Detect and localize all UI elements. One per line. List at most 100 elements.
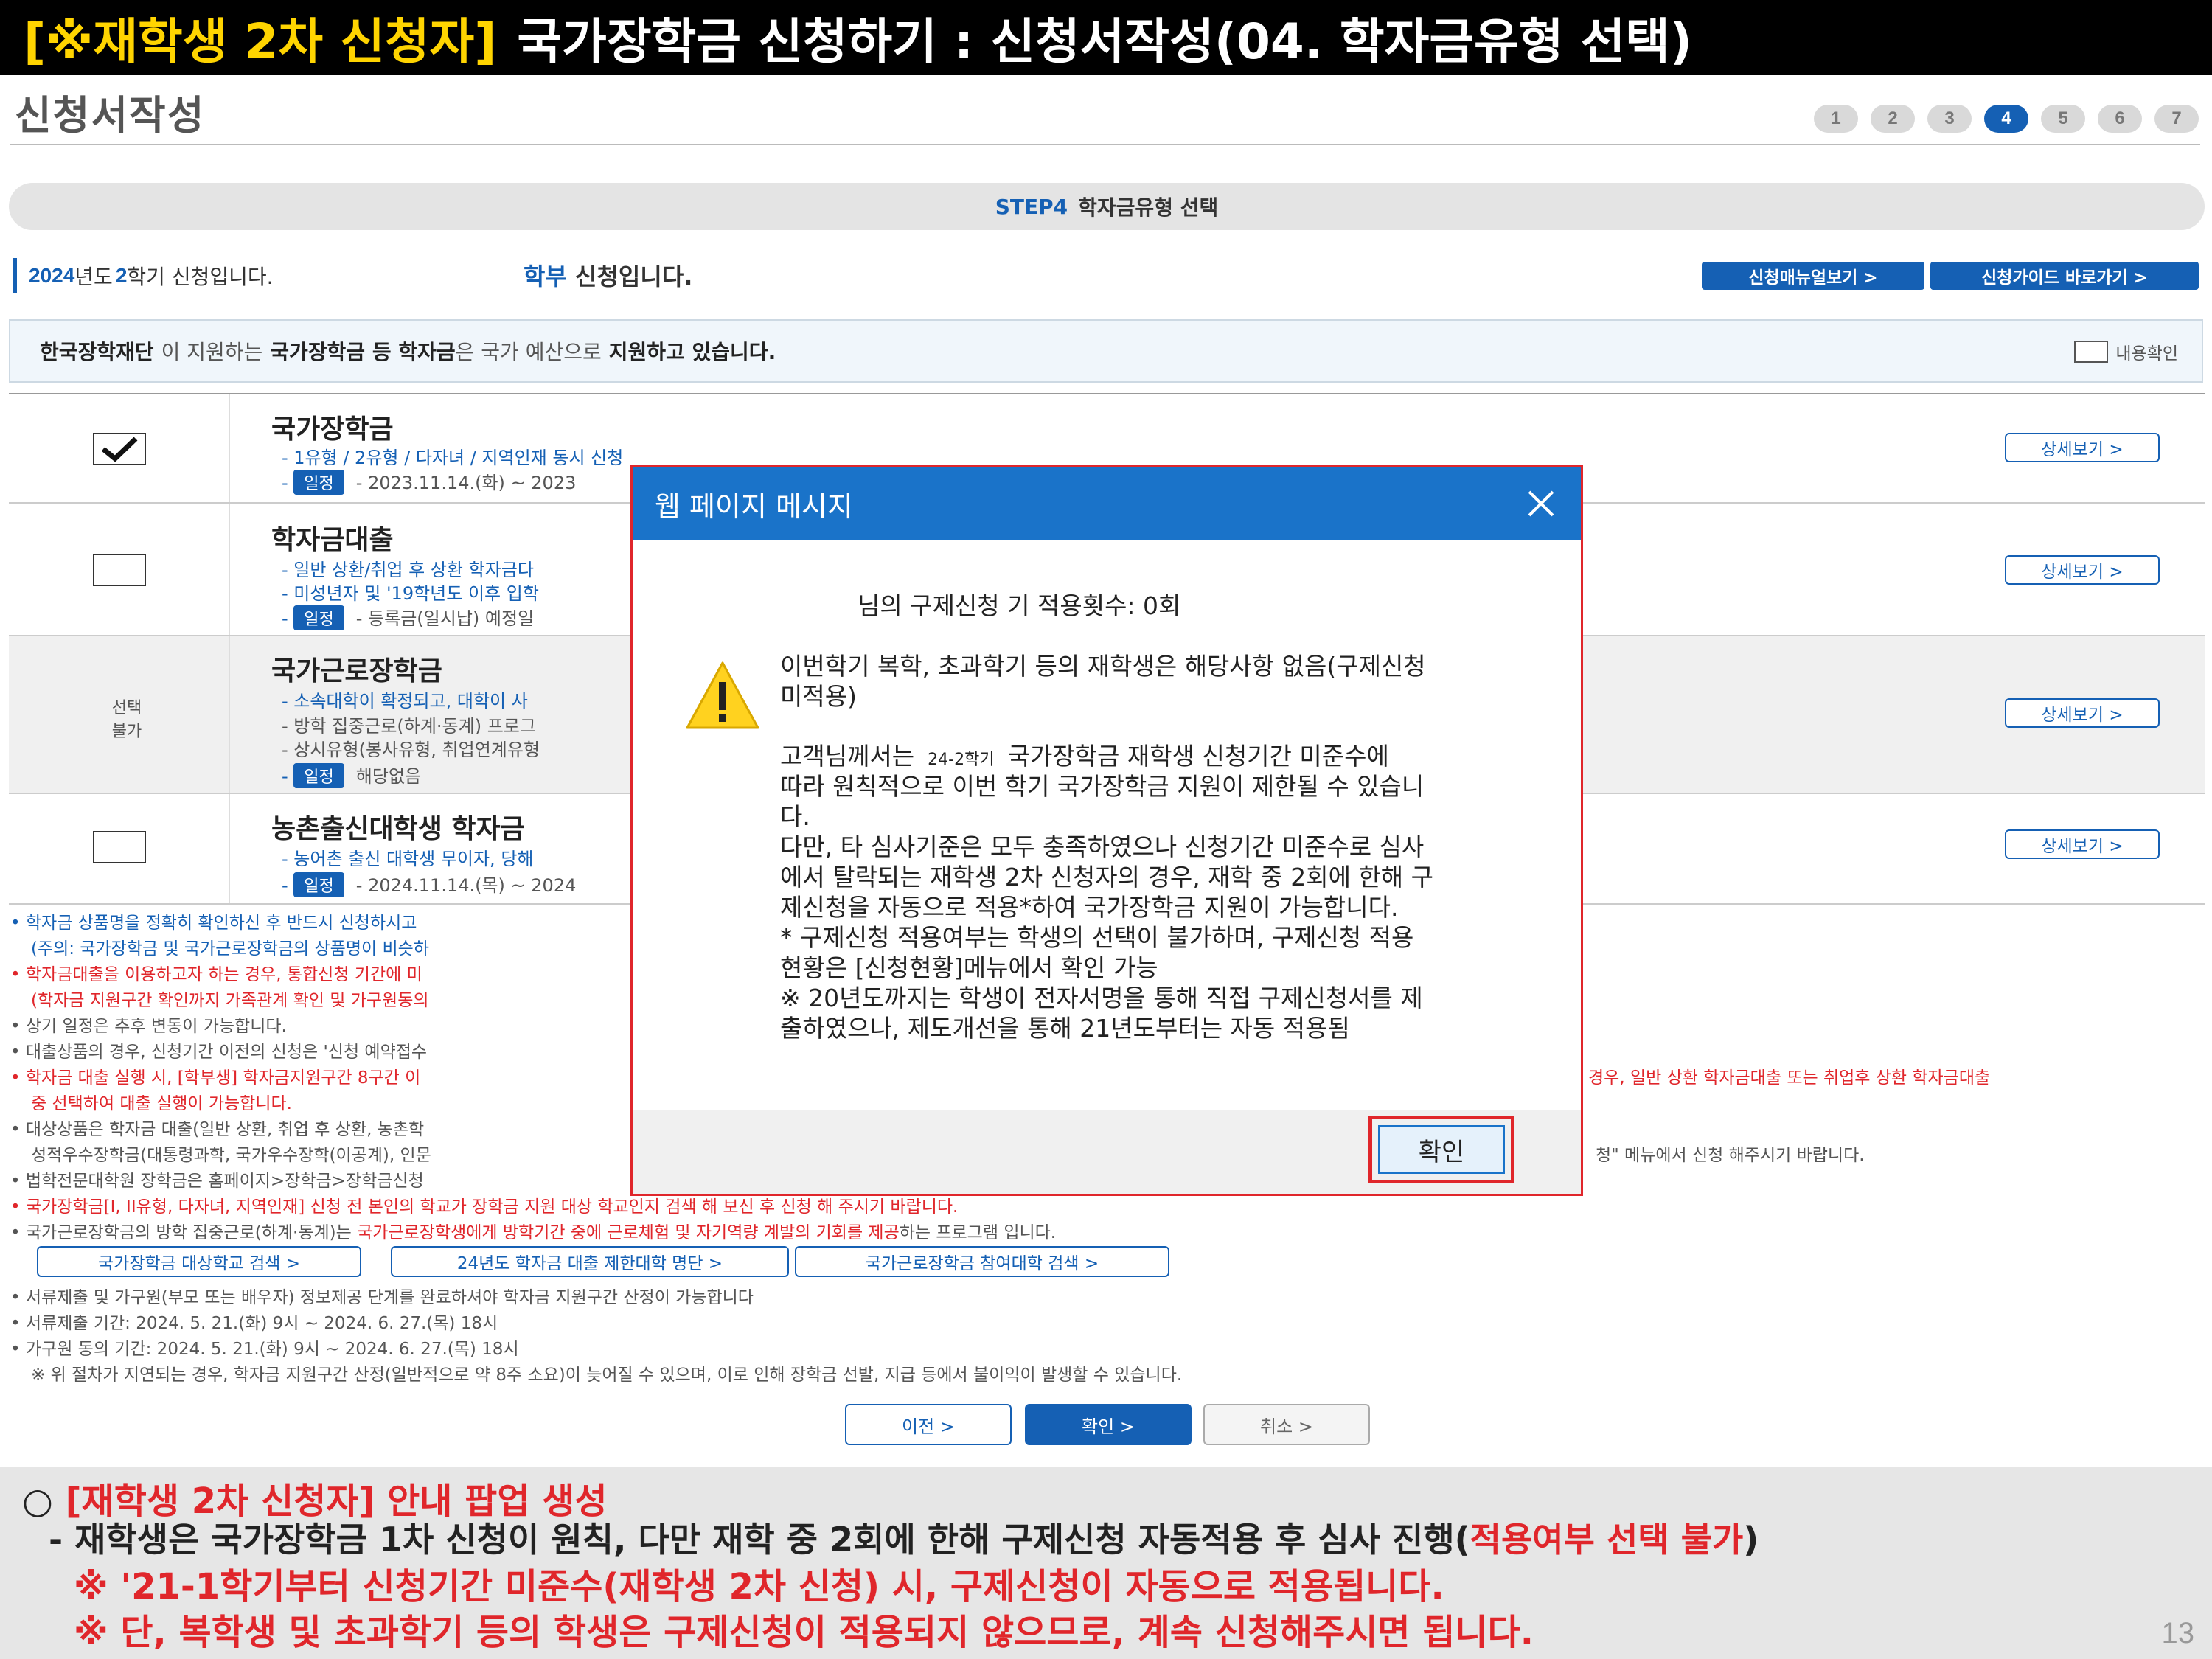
step-6: 6: [2098, 105, 2142, 133]
semester-info: 2024 년도 2 학기 신청입니다.: [13, 258, 274, 293]
note-line: • 법학전문대학원 장학금은 홈페이지>장학금>장학금신청: [10, 1172, 424, 1191]
prev-button[interactable]: 이전 >: [845, 1404, 1012, 1445]
title-divider: [10, 144, 2200, 145]
list-item-desc: - 소속대학이 확정되고, 대학이 사: [282, 691, 528, 712]
dialog-message-line: 제신청을 자동으로 적용*하여 국가장학금 지원이 가능합니다.: [780, 893, 1399, 922]
content-confirm-checkbox[interactable]: [2074, 341, 2109, 363]
detail-button[interactable]: 상세보기 >: [2005, 555, 2160, 585]
check-icon: [101, 437, 138, 462]
dialog-message-line: 출하였으나, 제도개선을 통해 21년도부터는 자동 적용됨: [780, 1014, 1350, 1043]
dialog-title: 웹 페이지 메시지: [655, 490, 853, 523]
loan-limit-list-button[interactable]: 24년도 학자금 대출 제한대학 명단 >: [391, 1246, 789, 1277]
notice-item: 국가장학금 등 학자금: [270, 340, 456, 364]
semester-suffix: 학기 신청입니다.: [127, 265, 274, 289]
apply-type-rest: 신청입니다.: [575, 262, 693, 291]
list-item-desc: - 방학 집중근로(하계·동계) 프로그: [282, 716, 536, 737]
list-item-desc: - 상시유형(봉사유형, 취업연계유형: [282, 740, 540, 760]
note-line: • 국가장학금[I, II유형, 다자녀, 지역인재] 신청 전 본인의 학교가…: [10, 1197, 959, 1217]
step-indicator: 1 2 3 4 5 6 7: [1814, 105, 2199, 133]
national-scholarship-checkbox[interactable]: [93, 433, 146, 465]
dialog-close-button[interactable]: [1520, 483, 1562, 524]
guide-panel: ○ [재학생 2차 신청자] 안내 팝업 생성 - 재학생은 국가장학금 1차 …: [0, 1467, 2212, 1659]
step-2: 2: [1871, 105, 1915, 133]
list-item-title: 국가근로장학금: [271, 656, 442, 686]
list-item-desc: - 농어촌 출신 대학생 무이자, 당해: [282, 849, 534, 869]
cancel-button[interactable]: 취소 >: [1203, 1404, 1370, 1445]
page-number: 13: [2161, 1617, 2195, 1649]
dialog-message-line: 고객님께서는 24-2학기 국가장학금 재학생 신청기간 미준수에: [780, 742, 1389, 771]
list-item-schedule: - 일정 - 등록금(일시납) 예정일: [282, 604, 534, 630]
detail-button[interactable]: 상세보기 >: [2005, 433, 2160, 462]
note-line: • 학자금대출을 이용하고자 하는 경우, 통합신청 기간에 미: [10, 965, 422, 984]
dialog-message-line: 따라 원칙적으로 이번 학기 국가장학금 지원이 제한될 수 있습니: [780, 772, 1425, 801]
dialog-message-line: 다.: [780, 802, 810, 831]
schedule-badge: 일정: [293, 763, 344, 788]
manual-button[interactable]: 신청매뉴얼보기 >: [1702, 262, 1924, 290]
list-item-title: 국가장학금: [271, 414, 394, 445]
content-confirm[interactable]: 내용확인: [2074, 339, 2178, 364]
page-title: 신청서작성: [15, 92, 206, 139]
step-5: 5: [2041, 105, 2085, 133]
dialog-ok-button[interactable]: 확인: [1378, 1125, 1505, 1174]
web-page-message-dialog: 웹 페이지 메시지 님의 구제신청 기 적용횟수: 0회 이번학기 복학, 초과…: [630, 465, 1583, 1196]
semester-year: 2024: [29, 264, 75, 287]
school-search-button[interactable]: 국가장학금 대상학교 검색 >: [37, 1246, 361, 1277]
work-school-search-button[interactable]: 국가근로장학금 참여대학 검색 >: [795, 1246, 1169, 1277]
note-line: • 학자금 상품명을 정확히 확인하신 후 반드시 신청하시고: [10, 914, 417, 933]
note-line: (학자금 지원구간 확인까지 가족관계 확인 및 가구원동의: [31, 991, 429, 1010]
detail-button[interactable]: 상세보기 >: [2005, 830, 2160, 859]
step-4-active: 4: [1984, 105, 2028, 133]
guide-line: ※ '21-1학기부터 신청기간 미준수(재학생 2차 신청) 시, 구제신청이…: [74, 1566, 1444, 1607]
step-1: 1: [1814, 105, 1858, 133]
content-confirm-label: 내용확인: [2115, 344, 2178, 364]
list-item-schedule: - 일정 해당없음: [282, 762, 421, 788]
select-disabled-label: 선택 불가: [111, 699, 142, 741]
semester-term: 2: [115, 264, 128, 287]
list-item-title: 농촌출신대학생 학자금: [271, 814, 525, 844]
guide-button[interactable]: 신청가이드 바로가기 >: [1930, 262, 2199, 290]
dialog-ok-highlight: 확인: [1368, 1116, 1514, 1183]
note-line: 성적우수장학금(대통령과학, 국가우수장학(이공계), 인문: [31, 1146, 431, 1165]
dialog-message-line: 님의 구제신청 기 적용횟수: 0회: [858, 591, 1181, 620]
dialog-message-line: 현황은 [신청현황]메뉴에서 확인 가능: [780, 953, 1158, 982]
note-line: 청" 메뉴에서 신청 해주시기 바랍니다.: [1596, 1146, 1865, 1165]
rural-loan-checkbox[interactable]: [93, 831, 146, 863]
note-line: • 서류제출 및 가구원(부모 또는 배우자) 정보제공 단계를 완료하셔야 학…: [10, 1288, 754, 1307]
list-item-title: 학자금대출: [271, 525, 394, 555]
dialog-message-line: 이번학기 복학, 초과학기 등의 재학생은 해당사항 없음(구제신청: [780, 652, 1426, 681]
note-line: • 서류제출 기간: 2024. 5. 21.(화) 9시 ~ 2024. 6.…: [10, 1314, 498, 1333]
list-item-desc: - 1유형 / 2유형 / 다자녀 / 지역인재 동시 신청: [282, 448, 624, 468]
schedule-badge: 일정: [293, 470, 344, 495]
notice-end: 지원하고 있습니다.: [608, 340, 776, 364]
dialog-message-line: ※ 20년도까지는 학생이 전자서명을 통해 직접 구제신청서를 제: [780, 984, 1423, 1012]
slide-title: 국가장학금 신청하기 : 신청서작성(04. 학자금유형 선택): [517, 13, 1693, 70]
detail-button[interactable]: 상세보기 >: [2005, 698, 2160, 728]
note-line: • 국가근로장학금의 방학 집중근로(하계·동계)는 국가근로장학생에게 방학기…: [10, 1223, 1057, 1242]
apply-type: 학부 신청입니다.: [524, 258, 692, 292]
list-item-schedule: - 일정 - 2024.11.14.(목) ~ 2024: [282, 871, 576, 897]
step-banner-number: STEP4: [995, 194, 1068, 219]
list-item-schedule: - 일정 - 2023.11.14.(화) ~ 2023: [282, 468, 576, 495]
dialog-message-line: 에서 탈락되는 재학생 2차 신청자의 경우, 재학 중 2회에 한해 구: [780, 863, 1434, 891]
notice-mid1: 이 지원하는: [161, 340, 263, 364]
slide-title-bar: [※재학생 2차 신청자] 국가장학금 신청하기 : 신청서작성(04. 학자금…: [0, 0, 2212, 75]
student-loan-checkbox[interactable]: [93, 554, 146, 586]
semester-year-suffix: 년도: [74, 265, 113, 289]
step-banner-text: 학자금유형 선택: [1078, 195, 1219, 220]
step-banner: STEP4 학자금유형 선택: [9, 183, 2205, 230]
dialog-body: 님의 구제신청 기 적용횟수: 0회 이번학기 복학, 초과학기 등의 재학생은…: [633, 540, 1581, 1110]
confirm-button[interactable]: 확인 >: [1025, 1404, 1192, 1445]
list-item-desc: - 미성년자 및 '19학년도 이후 입학: [282, 583, 539, 604]
guide-line: - 재학생은 국가장학금 1차 신청이 원칙, 다만 재학 중 2회에 한해 구…: [49, 1520, 1759, 1559]
note-line: 중 선택하여 대출 실행이 가능합니다.: [31, 1094, 292, 1113]
notice-mid2: 은 국가 예산으로: [455, 340, 602, 364]
note-line: 경우, 일반 상환 학자금대출 또는 취업후 상환 학자금대출: [1588, 1068, 1991, 1088]
note-line: • 대출상품의 경우, 신청기간 이전의 신청은 '신청 예약접수: [10, 1043, 428, 1062]
note-line: • 대상상품은 학자금 대출(일반 상환, 취업 후 상환, 농촌학: [10, 1120, 425, 1139]
note-line: ※ 위 절차가 지연되는 경우, 학자금 지원구간 산정(일반적으로 약 8주 …: [31, 1366, 1183, 1385]
schedule-badge: 일정: [293, 872, 344, 897]
dialog-message-line: 다만, 타 심사기준은 모두 충족하였으나 신청기간 미준수로 심사: [780, 832, 1425, 861]
dialog-message-line: 미적용): [780, 682, 857, 711]
slide-title-highlight: [※재학생 2차 신청자]: [24, 13, 497, 70]
note-line: • 가구원 동의 기간: 2024. 5. 21.(화) 9시 ~ 2024. …: [10, 1340, 519, 1359]
